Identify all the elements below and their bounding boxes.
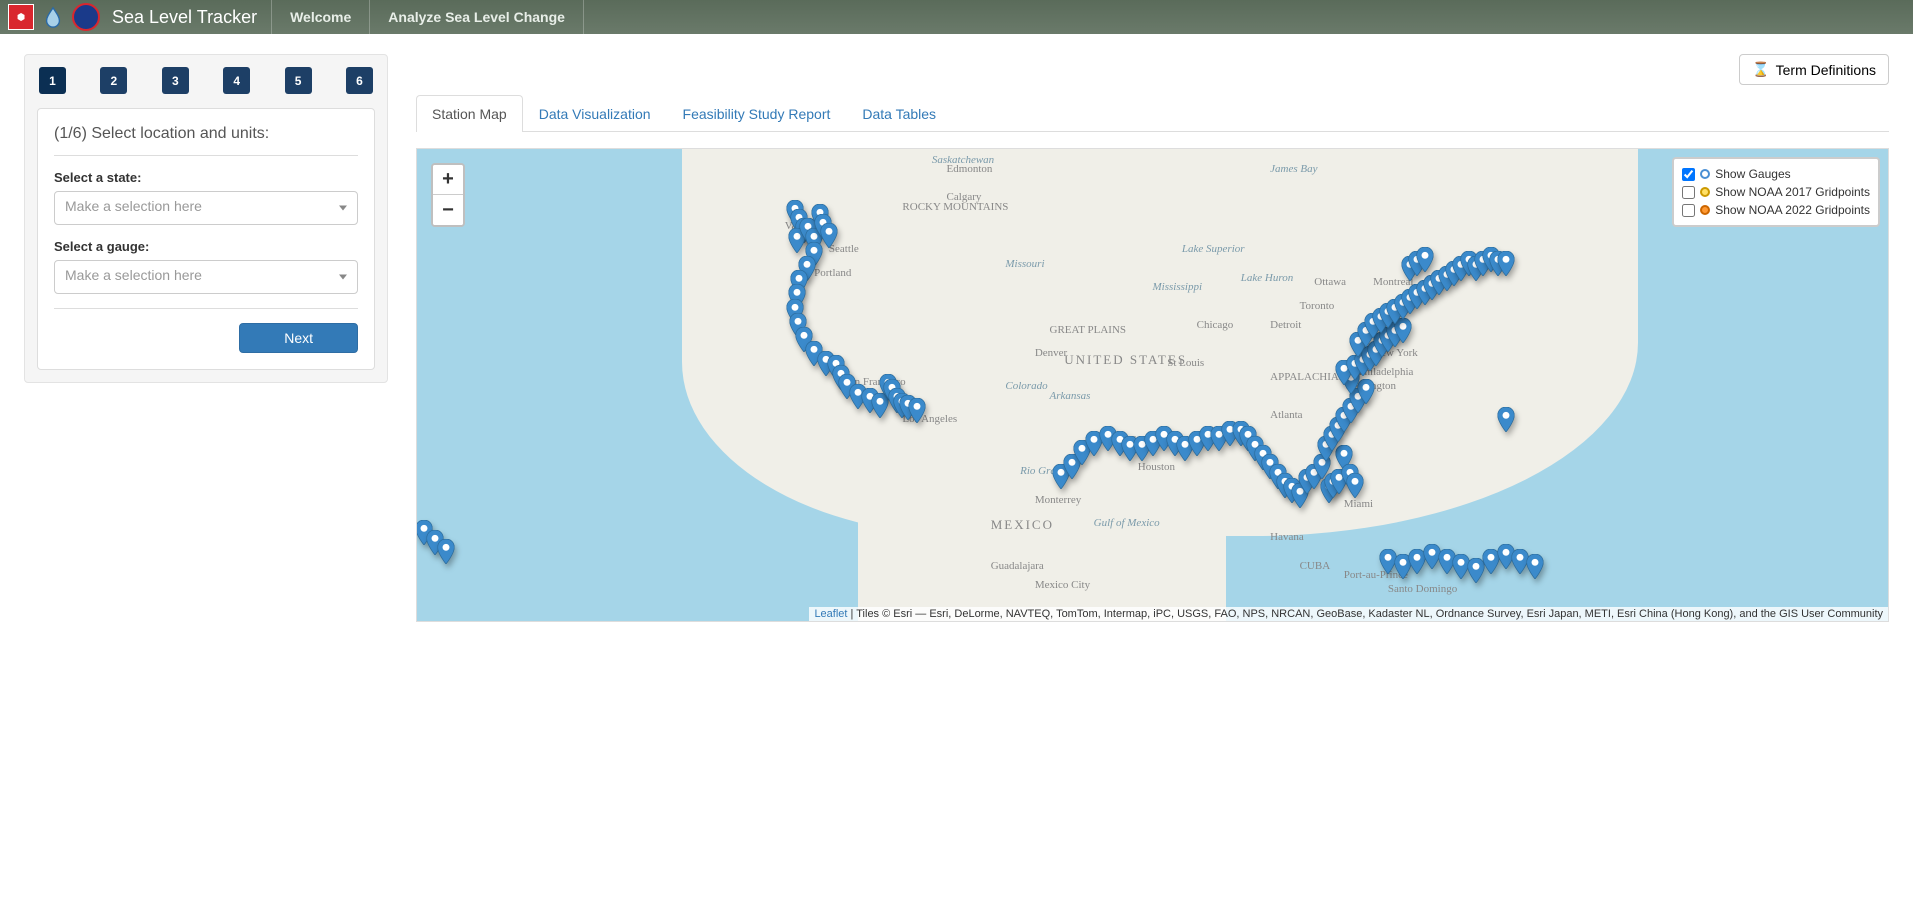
chevron-down-icon xyxy=(339,275,347,280)
climate-logo-icon xyxy=(40,4,66,30)
step-pill-6[interactable]: 6 xyxy=(346,67,373,94)
divider xyxy=(54,155,358,156)
map-marker[interactable] xyxy=(438,539,455,564)
navbar: ⬢ Sea Level Tracker Welcome Analyze Sea … xyxy=(0,0,1913,34)
step-pill-3[interactable]: 3 xyxy=(162,67,189,94)
gauge-select-value: Make a selection here xyxy=(65,267,202,283)
tab-station-map[interactable]: Station Map xyxy=(416,95,523,132)
map-marker[interactable] xyxy=(820,223,837,248)
step-pills: 1 2 3 4 5 6 xyxy=(37,67,375,94)
navbar-logos: ⬢ xyxy=(0,0,108,34)
seal-logo-icon xyxy=(72,3,100,31)
sidebar: 1 2 3 4 5 6 (1/6) Select location and un… xyxy=(24,54,388,383)
map-marker[interactable] xyxy=(1357,379,1374,404)
sidebar-well: 1 2 3 4 5 6 (1/6) Select location and un… xyxy=(24,54,388,383)
legend-label-2022: Show NOAA 2022 Gridpoints xyxy=(1715,203,1870,217)
tab-data-visualization[interactable]: Data Visualization xyxy=(523,95,667,132)
gauge-label: Select a gauge: xyxy=(54,239,358,254)
step-pill-2[interactable]: 2 xyxy=(100,67,127,94)
map-marker[interactable] xyxy=(1526,554,1543,579)
gauge-select[interactable]: Make a selection here xyxy=(54,260,358,294)
divider xyxy=(54,308,358,309)
legend-row-2017: Show NOAA 2017 Gridpoints xyxy=(1682,183,1870,201)
legend-checkbox-2022[interactable] xyxy=(1682,204,1695,217)
state-select[interactable]: Make a selection here xyxy=(54,191,358,225)
step-panel: (1/6) Select location and units: Select … xyxy=(37,108,375,370)
legend-dot-orange-icon xyxy=(1700,205,1710,215)
chevron-down-icon xyxy=(339,206,347,211)
map[interactable]: EdmontonSaskatchewanCalgaryVancouverSeat… xyxy=(416,148,1889,622)
map-legend: Show Gauges Show NOAA 2017 Gridpoints Sh… xyxy=(1672,157,1880,227)
term-definitions-label: Term Definitions xyxy=(1776,62,1876,78)
step-pill-5[interactable]: 5 xyxy=(285,67,312,94)
top-row: ⌛ Term Definitions xyxy=(416,54,1889,85)
legend-row-2022: Show NOAA 2022 Gridpoints xyxy=(1682,201,1870,219)
term-definitions-button[interactable]: ⌛ Term Definitions xyxy=(1739,54,1889,85)
step-title: (1/6) Select location and units: xyxy=(54,125,358,143)
map-marker[interactable] xyxy=(909,398,926,423)
zoom-control: + − xyxy=(431,163,465,227)
map-marker[interactable] xyxy=(1497,407,1514,432)
tab-data-tables[interactable]: Data Tables xyxy=(846,95,952,132)
legend-checkbox-gauges[interactable] xyxy=(1682,168,1695,181)
zoom-out-button[interactable]: − xyxy=(433,195,463,225)
main-container: 1 2 3 4 5 6 (1/6) Select location and un… xyxy=(0,34,1913,642)
leaflet-link[interactable]: Leaflet xyxy=(814,608,847,620)
legend-checkbox-2017[interactable] xyxy=(1682,186,1695,199)
next-button[interactable]: Next xyxy=(239,323,358,353)
map-marker[interactable] xyxy=(1416,247,1433,272)
legend-row-gauges: Show Gauges xyxy=(1682,165,1870,183)
main-content: ⌛ Term Definitions Station Map Data Visu… xyxy=(416,54,1889,622)
legend-label-2017: Show NOAA 2017 Gridpoints xyxy=(1715,185,1870,199)
legend-dot-blue-icon xyxy=(1700,169,1710,179)
nav-analyze[interactable]: Analyze Sea Level Change xyxy=(369,0,584,34)
map-marker[interactable] xyxy=(1497,251,1514,276)
usace-logo-icon: ⬢ xyxy=(8,4,34,30)
map-background xyxy=(417,149,1888,621)
zoom-in-button[interactable]: + xyxy=(433,165,463,195)
tabs: Station Map Data Visualization Feasibili… xyxy=(416,95,1889,132)
state-label: Select a state: xyxy=(54,170,358,185)
nav-welcome[interactable]: Welcome xyxy=(271,0,369,34)
map-attribution: Leaflet | Tiles © Esri — Esri, DeLorme, … xyxy=(809,607,1888,621)
step-pill-4[interactable]: 4 xyxy=(223,67,250,94)
hourglass-icon: ⌛ xyxy=(1752,61,1769,78)
app-title: Sea Level Tracker xyxy=(108,0,271,34)
state-select-value: Make a selection here xyxy=(65,198,202,214)
legend-dot-yellow-icon xyxy=(1700,187,1710,197)
map-marker[interactable] xyxy=(1347,473,1364,498)
step-pill-1[interactable]: 1 xyxy=(39,67,66,94)
attribution-text: | Tiles © Esri — Esri, DeLorme, NAVTEQ, … xyxy=(847,608,1883,620)
tab-feasibility-report[interactable]: Feasibility Study Report xyxy=(667,95,847,132)
legend-label-gauges: Show Gauges xyxy=(1715,167,1790,181)
